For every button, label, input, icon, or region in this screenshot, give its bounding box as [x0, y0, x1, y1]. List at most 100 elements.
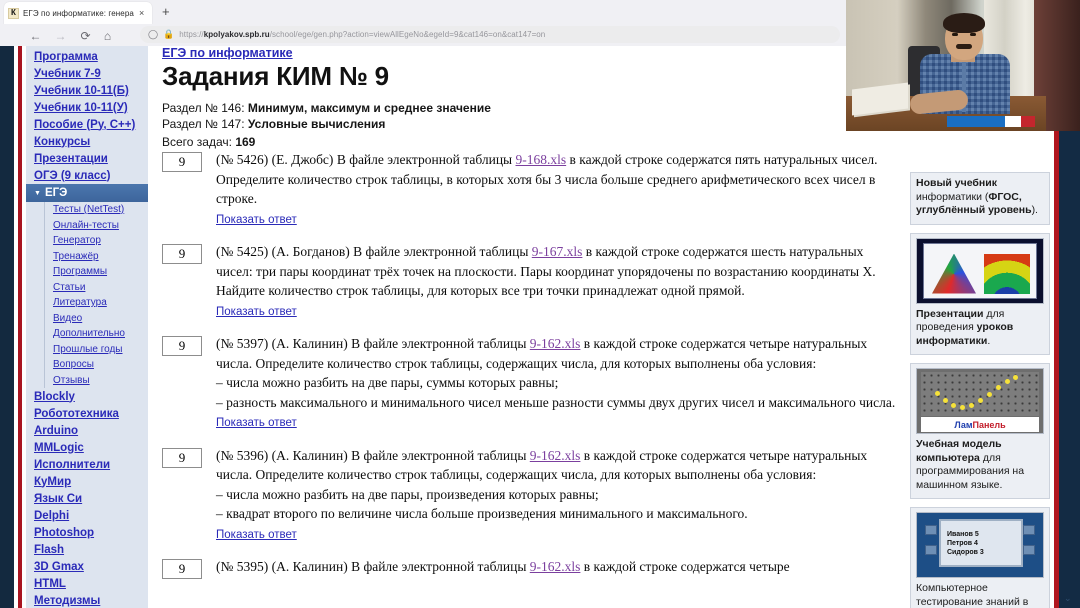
task-number-badge: 9 — [162, 152, 202, 172]
task-row: 9 (№ 5395) (А. Калинин) В файле электрон… — [148, 557, 908, 579]
ad-textbook[interactable]: Новый учебник информатики (ФГОС, углублё… — [910, 172, 1050, 225]
home-icon[interactable]: ⌂ — [100, 28, 115, 43]
page-blue-button[interactable] — [947, 116, 1005, 127]
sidebar-item-trenazher[interactable]: Тренажёр — [45, 249, 148, 265]
task-number-badge: 9 — [162, 447, 202, 468]
sidebar-item-textbook-7-9[interactable]: Учебник 7-9 — [26, 65, 148, 82]
task-author: (А. Богданов) — [271, 244, 350, 259]
back-icon[interactable]: ← — [28, 28, 43, 43]
task-file-link[interactable]: 9-162.xls — [530, 336, 581, 351]
sidebar-item-dopolnitelno[interactable]: Дополнительно — [45, 326, 148, 342]
lampanel-thumbnail-icon: Лам Панель — [916, 368, 1044, 434]
lampanel-logo-part2: Панель — [972, 419, 1006, 430]
sidebar-item-kumir[interactable]: КуМир — [26, 473, 148, 490]
task-id: (№ 5426) — [216, 152, 269, 167]
sidebar-section-ege[interactable]: ▼ ЕГЭ — [26, 184, 148, 202]
address-bar[interactable]: ◯ 🔒 https://kpolyakov.spb.ru/school/ege/… — [140, 26, 840, 43]
task-id: (№ 5396) — [216, 447, 269, 463]
ad-presentations[interactable]: Презентации для проведения уроков информ… — [910, 232, 1050, 355]
sidebar-item-robototehnika[interactable]: Робототехника — [26, 405, 148, 422]
sidebar-item-mmlogic[interactable]: MMLogic — [26, 439, 148, 456]
total-tasks: Всего задач: 169 — [162, 135, 256, 149]
sidebar-item-html[interactable]: HTML — [26, 575, 148, 592]
breadcrumb[interactable]: ЕГЭ по информатике — [162, 46, 293, 60]
flag-red-stripe — [1021, 116, 1035, 127]
task-author: (Е. Джобс) — [271, 152, 334, 167]
task-row: 9 (№ 5396) (А. Калинин) В файле электрон… — [148, 446, 908, 546]
task-condition: – квадрат второго по величине числа боль… — [216, 506, 748, 521]
sidebar-item-ispolniteli[interactable]: Исполнители — [26, 456, 148, 473]
sidebar-item-prezentacii[interactable]: Презентации — [26, 150, 148, 167]
shield-icon[interactable]: ◯ — [148, 30, 158, 39]
task-lead: В файле электронной таблицы — [347, 336, 530, 351]
nettest-row: Сидоров 3 — [947, 548, 984, 556]
page-title: Задания КИМ № 9 — [162, 61, 389, 91]
task-list: 9 (№ 5426) (Е. Джобс) В файле электронно… — [148, 150, 908, 591]
sidebar-item-metodizmy[interactable]: Методизмы — [26, 592, 148, 608]
new-tab-button[interactable]: + — [162, 5, 170, 18]
sidebar-subitems: Тесты (NetTest) Онлайн-тесты Генератор Т… — [44, 202, 148, 388]
sidebar-item-stati[interactable]: Статьи — [45, 280, 148, 296]
left-navy-bar — [0, 46, 14, 608]
task-author: (А. Калинин) — [271, 447, 348, 463]
lock-icon[interactable]: 🔒 — [163, 30, 174, 39]
sidebar-item-textbook-10-11-b[interactable]: Учебник 10-11(Б) — [26, 82, 148, 99]
sidebar-item-otzyvy[interactable]: Отзывы — [45, 373, 148, 389]
ad-lampanel[interactable]: Лам Панель Учебная модель компьютера для … — [910, 363, 1050, 499]
sidebar-item-posobie[interactable]: Пособие (Py, C++) — [26, 116, 148, 133]
sidebar-item-tests-nettest[interactable]: Тесты (NetTest) — [45, 202, 148, 218]
task-lead: В файле электронной таблицы — [347, 559, 530, 574]
task-id: (№ 5395) — [216, 559, 269, 574]
sidebar-item-yazyk-si[interactable]: Язык Си — [26, 490, 148, 507]
close-icon[interactable]: × — [139, 8, 148, 18]
section-146-name: Минимум, максимум и среднее значение — [247, 101, 491, 115]
sidebar-item-programmy[interactable]: Программы — [45, 264, 148, 280]
show-answer-link[interactable]: Показать ответ — [216, 303, 297, 323]
webcam-video-overlay[interactable] — [846, 0, 1080, 131]
section-147-name: Условные вычисления — [247, 117, 386, 131]
ad-lampanel-text: Учебная модель компьютера для программир… — [916, 438, 1025, 491]
browser-tab[interactable]: К ЕГЭ по информатике: генера × — [4, 2, 152, 24]
task-file-link[interactable]: 9-167.xls — [532, 244, 583, 259]
sidebar-item-programma[interactable]: Программа — [26, 48, 148, 65]
sidebar-item-3d-gmax[interactable]: 3D Gmax — [26, 558, 148, 575]
task-row: 9 (№ 5425) (А. Богданов) В файле электро… — [148, 242, 908, 322]
sidebar-item-online-tests[interactable]: Онлайн-тесты — [45, 218, 148, 234]
sidebar-item-delphi[interactable]: Delphi — [26, 507, 148, 524]
sidebar-item-photoshop[interactable]: Photoshop — [26, 524, 148, 541]
sidebar-item-oge[interactable]: ОГЭ (9 класс) — [26, 167, 148, 184]
show-answer-link[interactable]: Показать ответ — [216, 211, 297, 231]
sidebar-item-blockly[interactable]: Blockly — [26, 388, 148, 405]
task-lead: В файле электронной таблицы — [333, 152, 516, 167]
sidebar-item-proshlye-gody[interactable]: Прошлые годы — [45, 342, 148, 358]
task-file-link[interactable]: 9-162.xls — [530, 559, 581, 574]
forward-icon[interactable]: → — [53, 28, 68, 43]
task-text: в каждой строке содержатся четыре — [580, 559, 790, 574]
sidebar-item-literatura[interactable]: Литература — [45, 295, 148, 311]
lampanel-logo-part1: Лам — [954, 419, 973, 430]
sidebar-item-flash[interactable]: Flash — [26, 541, 148, 558]
show-answer-link[interactable]: Показать ответ — [216, 526, 297, 546]
task-condition: – числа можно разбить на две пары, суммы… — [216, 375, 559, 390]
scroll-down-icon[interactable]: ⌄ — [1064, 594, 1072, 603]
ad-nettest[interactable]: Иванов 5 Петров 4 Сидоров 3 Компьютерное… — [910, 507, 1050, 608]
task-lead: В файле электронной таблицы — [349, 244, 532, 259]
ad-nettest-text: Компьютерное тестирование знаний в локал… — [916, 582, 1029, 608]
task-id: (№ 5397) — [216, 336, 269, 351]
sidebar-item-textbook-10-11-u[interactable]: Учебник 10-11(У) — [26, 99, 148, 116]
task-file-link[interactable]: 9-162.xls — [530, 448, 581, 463]
task-lead: В файле электронной таблицы — [347, 447, 530, 463]
task-number-badge: 9 — [162, 244, 202, 264]
sidebar-item-generator[interactable]: Генератор — [45, 233, 148, 249]
reload-icon[interactable]: ⟳ — [78, 28, 93, 43]
ad-textbook-text: Новый учебник информатики (ФГОС, углублё… — [916, 177, 1038, 216]
show-answer-link[interactable]: Показать ответ — [216, 414, 297, 434]
sidebar-item-voprosy[interactable]: Вопросы — [45, 357, 148, 373]
ad-presentations-text: Презентации для проведения уроков информ… — [916, 307, 1014, 347]
sidebar-item-arduino[interactable]: Arduino — [26, 422, 148, 439]
tab-title: ЕГЭ по информатике: генера — [23, 8, 134, 18]
task-file-link[interactable]: 9-168.xls — [516, 152, 567, 167]
sidebar-item-konkursy[interactable]: Конкурсы — [26, 133, 148, 150]
sidebar-item-video[interactable]: Видео — [45, 311, 148, 327]
task-number-badge: 9 — [162, 336, 202, 356]
